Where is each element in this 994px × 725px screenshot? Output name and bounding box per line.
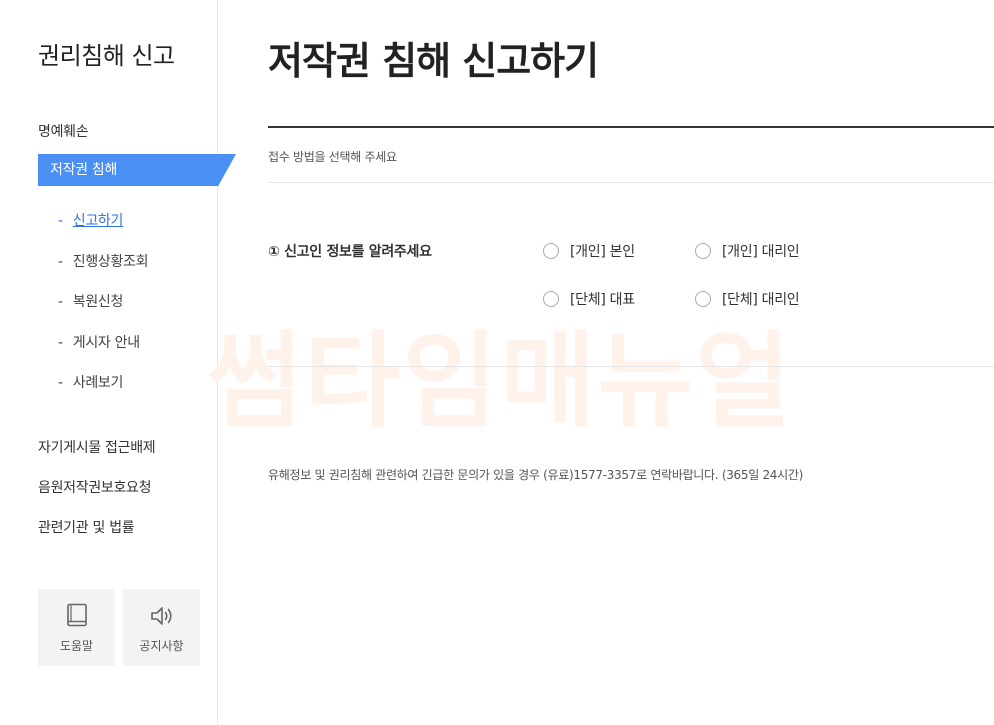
book-icon bbox=[38, 603, 115, 629]
speaker-icon bbox=[123, 603, 200, 629]
radio-button[interactable] bbox=[695, 243, 711, 259]
submenu-dash: - bbox=[58, 254, 63, 270]
submenu-dash: - bbox=[58, 294, 63, 310]
reporter-info-question: ① 신고인 정보를 알려주세요 bbox=[268, 244, 432, 260]
notice-label: 공지사항 bbox=[139, 639, 184, 653]
options-divider bbox=[268, 366, 994, 367]
sidebar-item-defamation[interactable]: 명예훼손 bbox=[38, 121, 89, 141]
submenu-item-restore[interactable]: - 복원신청 bbox=[58, 291, 123, 311]
sidebar: 권리침해 신고 명예훼손 저작권 침해 - 신고하기 - 진행상황조회 - 복원신청 … bbox=[0, 0, 236, 725]
watermark: 썸타임매뉴얼 bbox=[206, 320, 794, 442]
radio-label: [단체] 대리인 bbox=[722, 292, 800, 308]
submenu-item-label: 사례보기 bbox=[72, 375, 124, 391]
intro-divider bbox=[268, 182, 994, 183]
help-label: 도움말 bbox=[59, 639, 94, 653]
sidebar-item-related-orgs[interactable]: 관련기관 및 법률 bbox=[38, 517, 135, 537]
submenu-dash: - bbox=[58, 335, 63, 351]
radio-label: [개인] 대리인 bbox=[722, 244, 800, 260]
radio-group-representative[interactable]: [단체] 대표 bbox=[543, 289, 635, 309]
sidebar-item-copyright[interactable]: 저작권 침해 bbox=[38, 154, 236, 186]
emergency-contact-notice: 유해정보 및 권리침해 관련하여 긴급한 문의가 있을 경우 (유료)1577-… bbox=[268, 468, 803, 482]
submenu-item-report[interactable]: - 신고하기 bbox=[58, 210, 123, 230]
radio-button[interactable] bbox=[543, 291, 559, 307]
submenu-dash: - bbox=[58, 375, 63, 391]
radio-individual-agent[interactable]: [개인] 대리인 bbox=[695, 241, 800, 261]
submenu-item-cases[interactable]: - 사례보기 bbox=[58, 372, 123, 392]
radio-label: [개인] 본인 bbox=[570, 244, 635, 260]
submenu-item-label: 복원신청 bbox=[72, 294, 124, 310]
submenu-item-poster-guide[interactable]: - 게시자 안내 bbox=[58, 332, 140, 352]
radio-label: [단체] 대표 bbox=[570, 292, 635, 308]
radio-individual-self[interactable]: [개인] 본인 bbox=[543, 241, 635, 261]
submenu-item-label: 신고하기 bbox=[72, 213, 124, 229]
submenu-item-label: 진행상황조회 bbox=[72, 254, 149, 270]
submenu-item-label: 게시자 안내 bbox=[72, 335, 140, 351]
submenu-dash: - bbox=[58, 213, 63, 229]
sidebar-item-music-copyright[interactable]: 음원저작권보호요청 bbox=[38, 477, 152, 497]
radio-group-agent[interactable]: [단체] 대리인 bbox=[695, 289, 800, 309]
page: 권리침해 신고 명예훼손 저작권 침해 - 신고하기 - 진행상황조회 - 복원신청 … bbox=[0, 0, 994, 725]
page-title: 저작권 침해 신고하기 bbox=[268, 39, 599, 83]
sidebar-item-self-post-block[interactable]: 자기게시물 접근배제 bbox=[38, 437, 156, 457]
submenu-item-status[interactable]: - 진행상황조회 bbox=[58, 251, 149, 271]
sidebar-title: 권리침해 신고 bbox=[38, 42, 175, 70]
help-button[interactable]: 도움말 bbox=[38, 589, 115, 666]
intro-text: 접수 방법을 선택해 주세요 bbox=[268, 150, 397, 164]
title-divider bbox=[268, 126, 994, 128]
radio-button[interactable] bbox=[695, 291, 711, 307]
notice-button[interactable]: 공지사항 bbox=[123, 589, 200, 666]
radio-button[interactable] bbox=[543, 243, 559, 259]
